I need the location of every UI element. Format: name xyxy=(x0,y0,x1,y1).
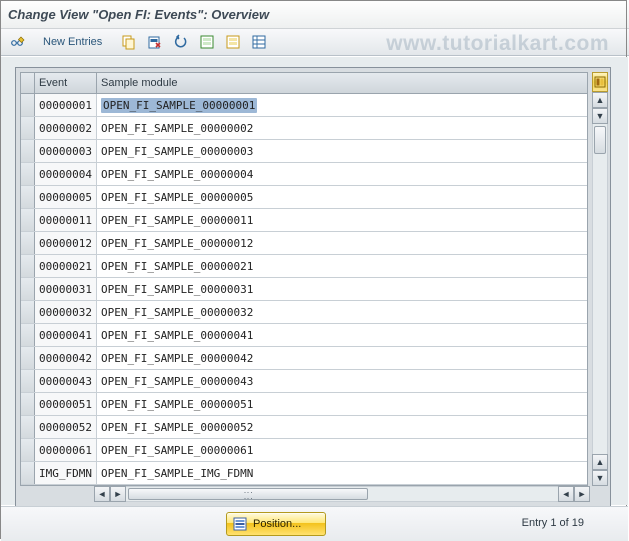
scroll-right-button[interactable]: ► xyxy=(574,486,590,502)
scroll-down-step-button[interactable]: ▲ xyxy=(592,454,608,470)
table-row[interactable]: 00000012OPEN_FI_SAMPLE_00000012 xyxy=(21,232,587,255)
cell-event[interactable]: 00000032 xyxy=(35,301,97,323)
table-row[interactable]: 00000043OPEN_FI_SAMPLE_00000043 xyxy=(21,370,587,393)
cell-event[interactable]: 00000031 xyxy=(35,278,97,300)
cell-event[interactable]: 00000003 xyxy=(35,140,97,162)
row-selector[interactable] xyxy=(21,209,35,231)
table-row[interactable]: 00000011OPEN_FI_SAMPLE_00000011 xyxy=(21,209,587,232)
position-button[interactable]: Position... xyxy=(226,512,326,536)
table-row[interactable]: 00000003OPEN_FI_SAMPLE_00000003 xyxy=(21,140,587,163)
scroll-up-step-button[interactable]: ▼ xyxy=(592,108,608,124)
row-selector[interactable] xyxy=(21,324,35,346)
row-selector[interactable] xyxy=(21,186,35,208)
grid-header-event[interactable]: Event xyxy=(35,73,97,93)
row-selector[interactable] xyxy=(21,347,35,369)
table-row[interactable]: 00000001OPEN_FI_SAMPLE_00000001 xyxy=(21,94,587,117)
scroll-left-step-button[interactable]: ► xyxy=(110,486,126,502)
cell-sample[interactable]: OPEN_FI_SAMPLE_IMG_FDMN xyxy=(97,462,587,484)
page-canvas: Event Sample module 00000001OPEN_FI_SAMP… xyxy=(1,57,628,505)
grid-header-sample[interactable]: Sample module xyxy=(97,73,587,93)
cell-event[interactable]: 00000061 xyxy=(35,439,97,461)
table-row[interactable]: IMG_FDMNOPEN_FI_SAMPLE_IMG_FDMN xyxy=(21,462,587,485)
cell-sample[interactable]: OPEN_FI_SAMPLE_00000005 xyxy=(97,186,587,208)
cell-event[interactable]: 00000041 xyxy=(35,324,97,346)
grid: Event Sample module 00000001OPEN_FI_SAMP… xyxy=(20,72,588,486)
configure-columns-button[interactable] xyxy=(592,72,608,92)
cell-sample[interactable]: OPEN_FI_SAMPLE_00000052 xyxy=(97,416,587,438)
row-selector[interactable] xyxy=(21,117,35,139)
scroll-down-button[interactable]: ▼ xyxy=(592,470,608,486)
table-row[interactable]: 00000051OPEN_FI_SAMPLE_00000051 xyxy=(21,393,587,416)
cell-sample[interactable]: OPEN_FI_SAMPLE_00000032 xyxy=(97,301,587,323)
cell-sample[interactable]: OPEN_FI_SAMPLE_00000041 xyxy=(97,324,587,346)
row-selector[interactable] xyxy=(21,439,35,461)
table-row[interactable]: 00000032OPEN_FI_SAMPLE_00000032 xyxy=(21,301,587,324)
row-selector[interactable] xyxy=(21,370,35,392)
configure-icon xyxy=(594,76,606,88)
cell-sample[interactable]: OPEN_FI_SAMPLE_00000042 xyxy=(97,347,587,369)
cell-sample[interactable]: OPEN_FI_SAMPLE_00000031 xyxy=(97,278,587,300)
position-icon xyxy=(233,517,247,531)
vscroll-thumb[interactable] xyxy=(594,126,606,154)
grid-header-select[interactable] xyxy=(21,73,35,93)
table-row[interactable]: 00000052OPEN_FI_SAMPLE_00000052 xyxy=(21,416,587,439)
cell-event[interactable]: 00000052 xyxy=(35,416,97,438)
cell-event[interactable]: 00000043 xyxy=(35,370,97,392)
cell-sample[interactable]: OPEN_FI_SAMPLE_00000012 xyxy=(97,232,587,254)
table-row[interactable]: 00000041OPEN_FI_SAMPLE_00000041 xyxy=(21,324,587,347)
row-selector[interactable] xyxy=(21,255,35,277)
row-selector[interactable] xyxy=(21,301,35,323)
cell-event[interactable]: 00000011 xyxy=(35,209,97,231)
table-row[interactable]: 00000004OPEN_FI_SAMPLE_00000004 xyxy=(21,163,587,186)
row-selector[interactable] xyxy=(21,232,35,254)
cell-event[interactable]: 00000001 xyxy=(35,94,97,116)
table-row[interactable]: 00000061OPEN_FI_SAMPLE_00000061 xyxy=(21,439,587,462)
hscroll-track[interactable] xyxy=(126,486,558,502)
hscroll-spacer xyxy=(20,486,94,502)
grid-container: Event Sample module 00000001OPEN_FI_SAMP… xyxy=(15,67,611,507)
cell-event[interactable]: 00000012 xyxy=(35,232,97,254)
row-selector[interactable] xyxy=(21,393,35,415)
grid-header: Event Sample module xyxy=(21,73,587,94)
footer: Position... Entry 1 of 19 xyxy=(1,506,628,541)
cell-event[interactable]: 00000051 xyxy=(35,393,97,415)
row-selector[interactable] xyxy=(21,462,35,484)
table-row[interactable]: 00000002OPEN_FI_SAMPLE_00000002 xyxy=(21,117,587,140)
cell-sample[interactable]: OPEN_FI_SAMPLE_00000051 xyxy=(97,393,587,415)
cell-sample[interactable]: OPEN_FI_SAMPLE_00000002 xyxy=(97,117,587,139)
row-selector[interactable] xyxy=(21,140,35,162)
vscroll-track[interactable] xyxy=(592,124,608,454)
position-label: Position... xyxy=(253,518,301,530)
cell-event[interactable]: 00000005 xyxy=(35,186,97,208)
table-row[interactable]: 00000031OPEN_FI_SAMPLE_00000031 xyxy=(21,278,587,301)
scroll-left-button[interactable]: ◄ xyxy=(94,486,110,502)
cell-event[interactable]: 00000042 xyxy=(35,347,97,369)
vertical-scrollbar: ▲ ▼ ▲ ▼ xyxy=(592,72,608,486)
row-selector[interactable] xyxy=(21,278,35,300)
entry-count-text: Entry 1 of 19 xyxy=(522,517,584,529)
cell-sample[interactable]: OPEN_FI_SAMPLE_00000043 xyxy=(97,370,587,392)
table-row[interactable]: 00000042OPEN_FI_SAMPLE_00000042 xyxy=(21,347,587,370)
scroll-up-button[interactable]: ▲ xyxy=(592,92,608,108)
hscroll-thumb[interactable] xyxy=(128,488,368,500)
cell-sample[interactable]: OPEN_FI_SAMPLE_00000001 xyxy=(97,94,587,116)
cell-event[interactable]: 00000004 xyxy=(35,163,97,185)
grid-body: 00000001OPEN_FI_SAMPLE_0000000100000002O… xyxy=(21,94,587,485)
cell-sample[interactable]: OPEN_FI_SAMPLE_00000021 xyxy=(97,255,587,277)
cell-sample[interactable]: OPEN_FI_SAMPLE_00000004 xyxy=(97,163,587,185)
cell-sample[interactable]: OPEN_FI_SAMPLE_00000011 xyxy=(97,209,587,231)
scroll-right-step-button[interactable]: ◄ xyxy=(558,486,574,502)
cell-event[interactable]: 00000021 xyxy=(35,255,97,277)
horizontal-scrollbar: ◄ ► ◄ ► xyxy=(20,486,590,502)
table-row[interactable]: 00000021OPEN_FI_SAMPLE_00000021 xyxy=(21,255,587,278)
row-selector[interactable] xyxy=(21,163,35,185)
row-selector[interactable] xyxy=(21,94,35,116)
cell-event[interactable]: IMG_FDMN xyxy=(35,462,97,484)
cell-sample[interactable]: OPEN_FI_SAMPLE_00000061 xyxy=(97,439,587,461)
cell-sample[interactable]: OPEN_FI_SAMPLE_00000003 xyxy=(97,140,587,162)
cell-event[interactable]: 00000002 xyxy=(35,117,97,139)
table-row[interactable]: 00000005OPEN_FI_SAMPLE_00000005 xyxy=(21,186,587,209)
row-selector[interactable] xyxy=(21,416,35,438)
